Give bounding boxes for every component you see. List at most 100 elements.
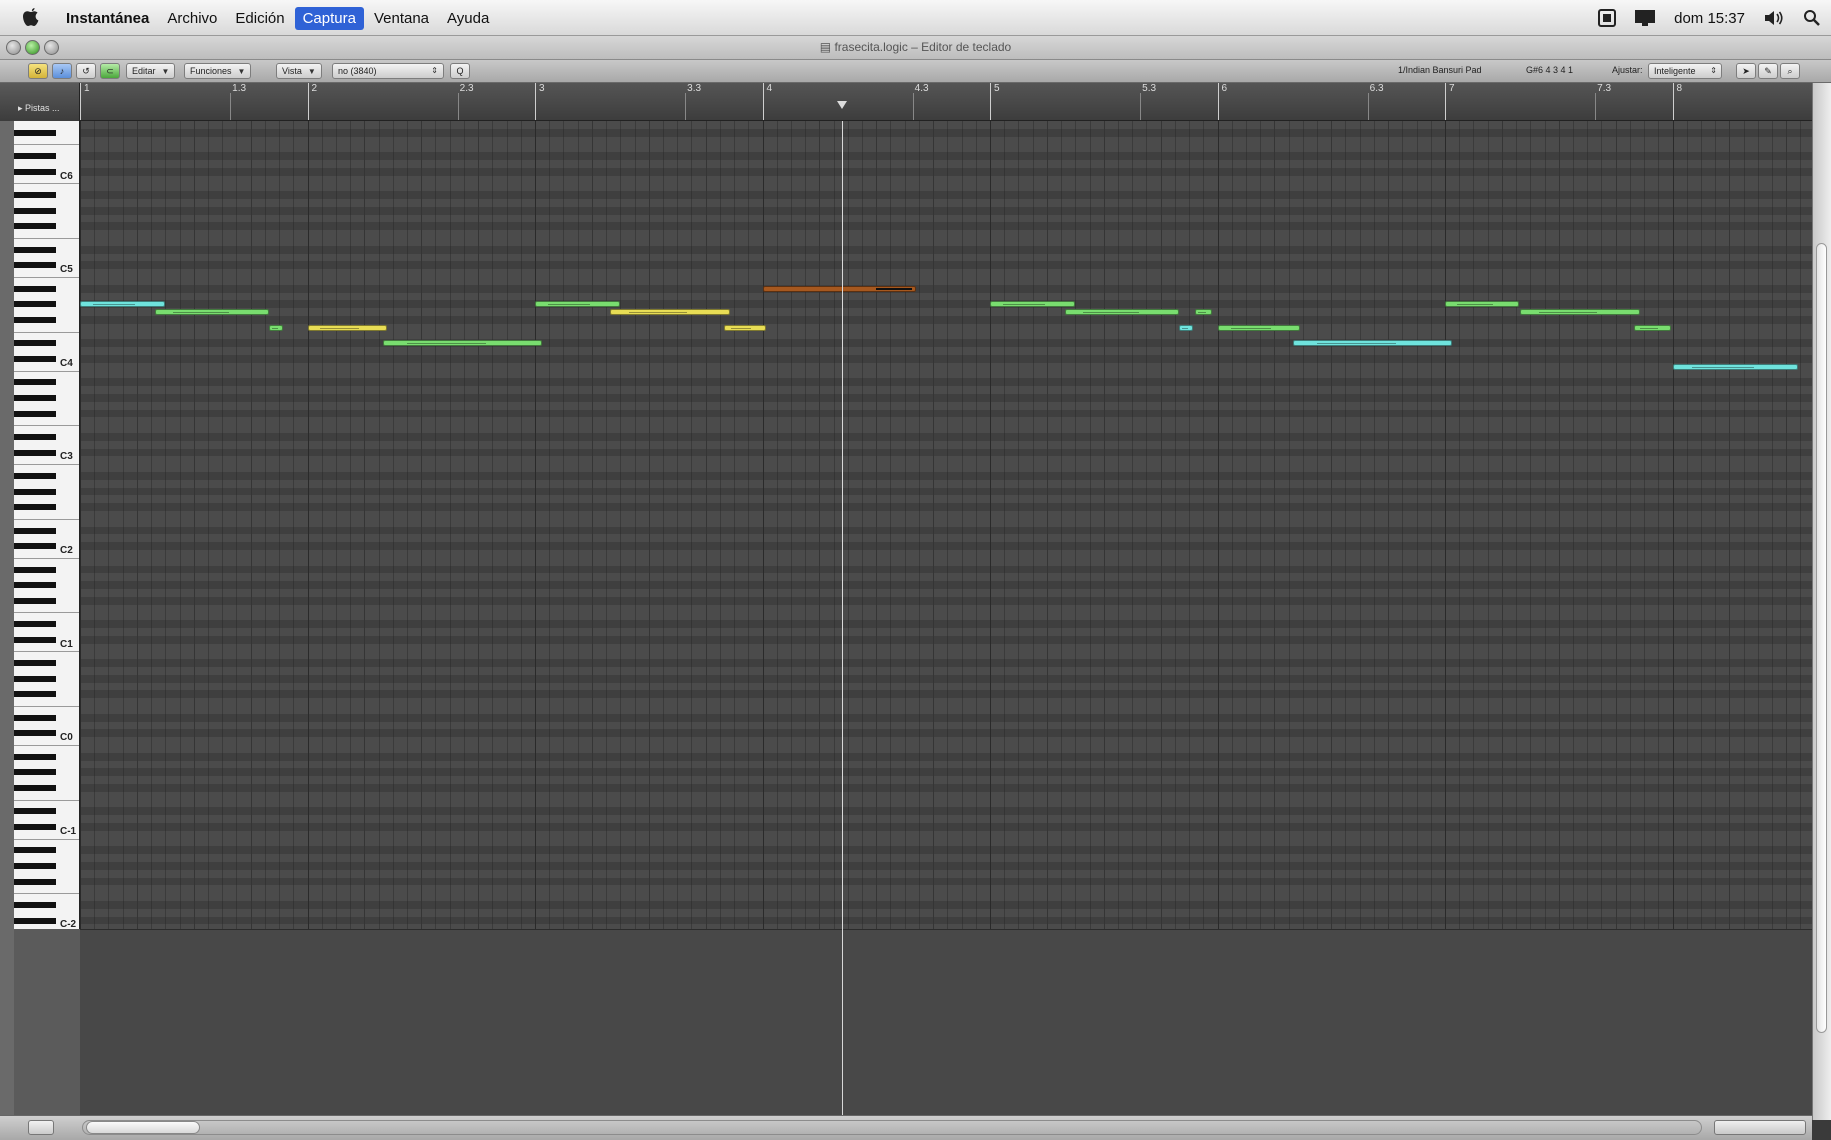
midi-note[interactable] <box>1520 309 1640 316</box>
display-mirroring-icon[interactable] <box>1634 9 1656 27</box>
menu-ventana[interactable]: Ventana <box>366 7 437 30</box>
black-key[interactable] <box>14 262 56 269</box>
catch-icon[interactable]: ↺ <box>76 63 96 79</box>
black-key[interactable] <box>14 488 56 495</box>
black-key[interactable] <box>14 863 56 869</box>
black-key[interactable] <box>14 714 56 721</box>
snap-select[interactable]: Inteligente ⇕ <box>1648 63 1722 79</box>
functions-menu-button[interactable]: Funciones ▼ <box>184 63 252 79</box>
black-key[interactable] <box>14 753 56 760</box>
black-key[interactable] <box>14 824 56 830</box>
piano-roll-grid[interactable] <box>80 121 1812 1120</box>
midi-note[interactable] <box>80 301 166 308</box>
black-key[interactable] <box>14 636 56 643</box>
view-menu-button[interactable]: Vista ▼ <box>276 63 322 79</box>
black-key[interactable] <box>14 168 56 175</box>
view-options-button[interactable] <box>28 1120 54 1135</box>
black-key[interactable] <box>14 808 56 815</box>
playhead[interactable] <box>842 121 844 1120</box>
midi-note[interactable] <box>307 324 388 331</box>
midi-note[interactable] <box>535 301 621 308</box>
edit-menu-button[interactable]: Editar ▼ <box>126 63 176 79</box>
black-key[interactable] <box>14 379 56 386</box>
black-key[interactable] <box>14 129 56 136</box>
black-key[interactable] <box>14 395 56 401</box>
horizontal-zoom-slider[interactable] <box>1714 1120 1806 1135</box>
horizontal-scroll-thumb[interactable] <box>86 1121 200 1134</box>
black-key[interactable] <box>14 410 56 417</box>
screen-capture-status-icon[interactable] <box>1598 9 1617 27</box>
spotlight-search-icon[interactable] <box>1803 9 1821 27</box>
black-key[interactable] <box>14 543 56 550</box>
midi-note[interactable] <box>382 340 542 347</box>
tracks-disclosure[interactable]: ▸ Pistas ... <box>0 83 80 121</box>
black-key[interactable] <box>14 223 56 230</box>
menu-edicion[interactable]: Edición <box>227 7 292 30</box>
menu-captura[interactable]: Captura <box>294 6 364 30</box>
midi-out-icon[interactable]: ♪ <box>52 63 72 79</box>
black-key[interactable] <box>14 878 56 885</box>
pointer-tool-icon[interactable]: ➤ <box>1736 63 1756 79</box>
link-icon[interactable]: ⊘ <box>28 63 48 79</box>
black-key[interactable] <box>14 582 56 589</box>
midi-note[interactable] <box>610 309 730 316</box>
midi-note[interactable] <box>1633 324 1671 331</box>
midi-note[interactable] <box>268 324 284 331</box>
black-key[interactable] <box>14 301 56 308</box>
black-key[interactable] <box>14 660 56 667</box>
black-key[interactable] <box>14 566 56 573</box>
midi-note[interactable] <box>1178 324 1194 331</box>
black-key[interactable] <box>14 917 56 924</box>
pencil-tool-icon[interactable]: ✎ <box>1758 63 1778 79</box>
vertical-scrollbar[interactable] <box>1812 83 1831 1120</box>
menu-instantanea[interactable]: Instantánea <box>58 7 157 30</box>
midi-note[interactable] <box>1217 324 1300 331</box>
bar-ruler[interactable]: 1 2 3 4 5 6 7 8 1.3 2.3 3.3 4.3 5.3 6.3 7.3 <box>80 83 1812 121</box>
black-key[interactable] <box>14 246 56 253</box>
content-catch-icon[interactable]: ⊂ <box>100 63 120 79</box>
volume-icon[interactable] <box>1763 9 1785 27</box>
black-key[interactable] <box>14 902 56 908</box>
quantize-select[interactable]: no (3840) ⇕ <box>332 63 444 79</box>
midi-note[interactable] <box>1065 309 1179 316</box>
vertical-scroll-thumb[interactable] <box>1816 243 1827 1033</box>
black-key[interactable] <box>14 207 56 214</box>
black-key[interactable] <box>14 504 56 511</box>
menu-archivo[interactable]: Archivo <box>159 7 225 30</box>
midi-note[interactable] <box>1292 340 1452 347</box>
midi-note[interactable] <box>762 285 917 292</box>
black-key[interactable] <box>14 769 56 776</box>
quantize-button[interactable]: Q <box>450 63 470 79</box>
midi-note[interactable] <box>1194 309 1212 316</box>
menu-clock[interactable]: dom 15:37 <box>1674 10 1745 27</box>
apple-menu-icon[interactable] <box>22 6 40 28</box>
horizontal-scrollbar[interactable] <box>82 1120 1702 1135</box>
piano-keyboard[interactable]: C6 C5 C4 C3 C2 C1 C0 C-1 C-2 <box>14 121 80 929</box>
midi-note[interactable] <box>1445 301 1519 308</box>
zoom-tool-icon[interactable]: ⌕ <box>1780 63 1800 79</box>
black-key[interactable] <box>14 285 56 292</box>
midi-note[interactable] <box>155 309 269 316</box>
black-key[interactable] <box>14 434 56 440</box>
playhead-marker-icon[interactable] <box>837 101 848 109</box>
black-key[interactable] <box>14 449 56 456</box>
midi-note[interactable] <box>1672 363 1798 370</box>
division-gridline <box>1174 121 1176 929</box>
black-key[interactable] <box>14 153 56 160</box>
menu-ayuda[interactable]: Ayuda <box>439 7 497 30</box>
black-key[interactable] <box>14 527 56 534</box>
black-key[interactable] <box>14 621 56 628</box>
black-key[interactable] <box>14 847 56 854</box>
black-key[interactable] <box>14 785 56 791</box>
black-key[interactable] <box>14 340 56 347</box>
black-key[interactable] <box>14 691 56 698</box>
midi-note[interactable] <box>723 324 767 331</box>
black-key[interactable] <box>14 473 56 479</box>
black-key[interactable] <box>14 597 56 604</box>
black-key[interactable] <box>14 192 56 199</box>
black-key[interactable] <box>14 356 56 362</box>
black-key[interactable] <box>14 675 56 682</box>
black-key[interactable] <box>14 730 56 737</box>
midi-note[interactable] <box>990 301 1076 308</box>
black-key[interactable] <box>14 317 56 323</box>
